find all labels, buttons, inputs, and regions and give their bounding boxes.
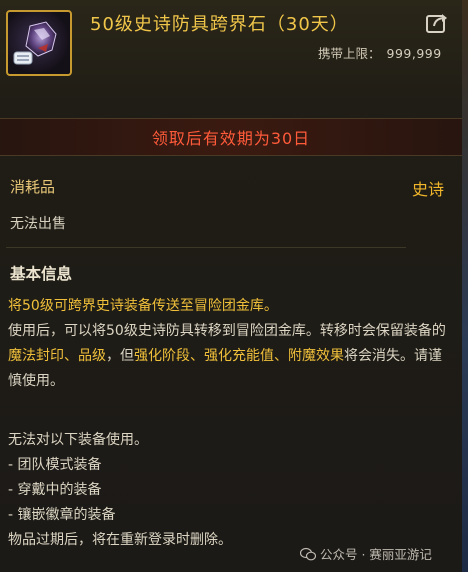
share-icon (426, 14, 447, 33)
description-paragraph: 使用后，可以将50级史诗防具转移到冒险团金库。转移时会保留装备的魔法封印、品级，… (8, 319, 454, 394)
item-tooltip: 50级史诗防具跨界石（30天） 携带上限： 999,999 领取后有效期为30日 … (0, 0, 463, 572)
item-grade: 史诗 (411, 180, 444, 199)
basic-info-title: 基本信息 (10, 265, 73, 283)
background-strip (462, 0, 468, 572)
carry-limit-value: 999,999 (386, 46, 442, 61)
divider (6, 247, 406, 248)
description-text: 使用后，可以将50级史诗防具转移到冒险团金库。转移时会保留装备的 (8, 323, 446, 339)
description-line: 将50级可跨界史诗装备传送至冒险团金库。 (8, 298, 278, 314)
restriction-item: - 镶嵌徽章的装备 (8, 507, 116, 523)
description-highlight: 强化阶段、强化充能值、附魔效果 (134, 348, 344, 364)
armor-crossover-stone-icon (13, 21, 57, 65)
restrictions: 无法对以下装备使用。 - 团队模式装备 - 穿戴中的装备 - 镶嵌徽章的装备 物… (8, 428, 454, 553)
watermark-text: 公众号 · 赛丽亚游记 (320, 547, 432, 562)
restrictions-title: 无法对以下装备使用。 (8, 432, 148, 448)
description: 将50级可跨界史诗装备传送至冒险团金库。 使用后，可以将50级史诗防具转移到冒险… (8, 294, 454, 394)
carry-limit: 携带上限： 999,999 (318, 43, 442, 62)
share-button[interactable] (426, 12, 448, 34)
item-title: 50级史诗防具跨界石（30天） (90, 14, 349, 35)
trade-status: 无法出售 (10, 216, 66, 232)
description-text: ，但 (106, 348, 134, 364)
restriction-item: - 穿戴中的装备 (8, 482, 102, 498)
validity-banner: 领取后有效期为30日 (0, 118, 462, 156)
validity-text: 领取后有效期为30日 (151, 129, 311, 148)
item-type: 消耗品 (10, 178, 56, 196)
description-highlight: 魔法封印、品级 (8, 348, 106, 364)
watermark: 公众号 · 赛丽亚游记 (300, 544, 432, 563)
carry-limit-label: 携带上限： (318, 46, 381, 61)
item-icon (6, 10, 72, 76)
wechat-icon (300, 547, 316, 560)
restriction-item: - 团队模式装备 (8, 457, 102, 473)
